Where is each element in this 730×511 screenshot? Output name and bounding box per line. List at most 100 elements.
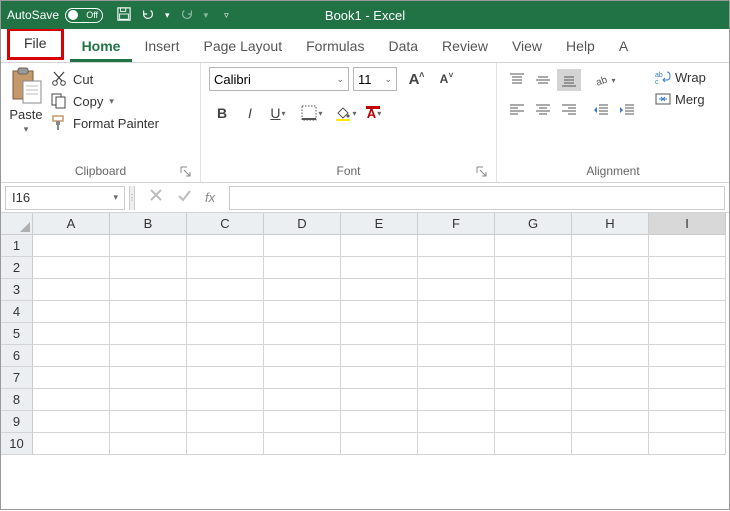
- redo-icon[interactable]: [180, 7, 194, 24]
- cell[interactable]: [572, 411, 649, 433]
- cell[interactable]: [264, 323, 341, 345]
- row-header[interactable]: 6: [1, 345, 33, 367]
- cell[interactable]: [418, 411, 495, 433]
- tab-file[interactable]: File: [7, 28, 64, 60]
- cell[interactable]: [495, 389, 572, 411]
- borders-button[interactable]: ▾: [299, 101, 325, 125]
- cell[interactable]: [572, 235, 649, 257]
- cell[interactable]: [187, 433, 264, 455]
- cell[interactable]: [649, 235, 726, 257]
- cell[interactable]: [649, 279, 726, 301]
- cell[interactable]: [418, 433, 495, 455]
- wrap-text-button[interactable]: abc Wrap: [655, 69, 706, 85]
- cell[interactable]: [110, 257, 187, 279]
- cut-button[interactable]: Cut: [51, 71, 159, 87]
- cell[interactable]: [341, 323, 418, 345]
- cell[interactable]: [572, 301, 649, 323]
- align-left-button[interactable]: [505, 99, 529, 121]
- cell[interactable]: [33, 389, 110, 411]
- cell[interactable]: [187, 323, 264, 345]
- font-size-select[interactable]: 11⌄: [353, 67, 397, 91]
- cell[interactable]: [264, 433, 341, 455]
- tab-home[interactable]: Home: [70, 32, 133, 62]
- enter-formula-icon[interactable]: [177, 188, 191, 207]
- row-header[interactable]: 7: [1, 367, 33, 389]
- column-header[interactable]: A: [33, 213, 110, 235]
- cell[interactable]: [110, 323, 187, 345]
- cell[interactable]: [110, 301, 187, 323]
- cell[interactable]: [418, 235, 495, 257]
- row-header[interactable]: 5: [1, 323, 33, 345]
- cell[interactable]: [33, 433, 110, 455]
- cancel-formula-icon[interactable]: [149, 188, 163, 207]
- cell[interactable]: [341, 279, 418, 301]
- cell[interactable]: [341, 257, 418, 279]
- save-icon[interactable]: [117, 7, 131, 24]
- cell[interactable]: [418, 367, 495, 389]
- underline-button[interactable]: U▾: [265, 101, 291, 125]
- cell[interactable]: [495, 257, 572, 279]
- cell[interactable]: [33, 279, 110, 301]
- cell[interactable]: [418, 323, 495, 345]
- copy-dropdown-icon[interactable]: ▾: [109, 96, 114, 107]
- name-box[interactable]: I16 ▾: [5, 186, 125, 210]
- column-header[interactable]: F: [418, 213, 495, 235]
- cell[interactable]: [495, 345, 572, 367]
- cell[interactable]: [418, 257, 495, 279]
- cell[interactable]: [495, 235, 572, 257]
- redo-dropdown-icon[interactable]: ▾: [204, 10, 209, 21]
- cell[interactable]: [649, 433, 726, 455]
- dialog-launcher-icon[interactable]: [476, 166, 488, 178]
- font-color-button[interactable]: A ▾: [361, 101, 387, 125]
- cell[interactable]: [264, 411, 341, 433]
- cell[interactable]: [572, 323, 649, 345]
- undo-dropdown-icon[interactable]: ▾: [165, 10, 170, 21]
- row-header[interactable]: 3: [1, 279, 33, 301]
- cell[interactable]: [495, 301, 572, 323]
- italic-button[interactable]: I: [237, 101, 263, 125]
- column-header[interactable]: C: [187, 213, 264, 235]
- tab-formulas[interactable]: Formulas: [294, 32, 376, 62]
- insert-function-button[interactable]: fx: [205, 190, 215, 205]
- cell[interactable]: [495, 279, 572, 301]
- cell[interactable]: [187, 235, 264, 257]
- cell[interactable]: [572, 433, 649, 455]
- cell[interactable]: [418, 389, 495, 411]
- name-box-dropdown-icon[interactable]: ▾: [113, 192, 118, 203]
- cell[interactable]: [341, 411, 418, 433]
- cell[interactable]: [649, 257, 726, 279]
- cell[interactable]: [33, 235, 110, 257]
- paste-dropdown-icon[interactable]: ▾: [24, 124, 29, 135]
- tab-insert[interactable]: Insert: [132, 32, 191, 62]
- cell[interactable]: [572, 279, 649, 301]
- decrease-font-button[interactable]: A˅: [431, 67, 457, 91]
- row-header[interactable]: 9: [1, 411, 33, 433]
- cell[interactable]: [649, 411, 726, 433]
- cell[interactable]: [110, 345, 187, 367]
- cell[interactable]: [33, 345, 110, 367]
- tab-help[interactable]: Help: [554, 32, 607, 62]
- cell[interactable]: [187, 389, 264, 411]
- cell[interactable]: [187, 345, 264, 367]
- cell[interactable]: [187, 367, 264, 389]
- cell[interactable]: [418, 279, 495, 301]
- cell[interactable]: [33, 411, 110, 433]
- copy-button[interactable]: Copy ▾: [51, 93, 159, 109]
- column-header[interactable]: H: [572, 213, 649, 235]
- cell[interactable]: [341, 367, 418, 389]
- undo-icon[interactable]: [141, 7, 155, 24]
- column-header[interactable]: G: [495, 213, 572, 235]
- column-header[interactable]: E: [341, 213, 418, 235]
- cell[interactable]: [264, 257, 341, 279]
- cell[interactable]: [33, 367, 110, 389]
- column-header[interactable]: D: [264, 213, 341, 235]
- cell[interactable]: [110, 411, 187, 433]
- cell[interactable]: [264, 367, 341, 389]
- row-header[interactable]: 1: [1, 235, 33, 257]
- cell[interactable]: [418, 345, 495, 367]
- format-painter-button[interactable]: Format Painter: [51, 115, 159, 131]
- cell[interactable]: [187, 301, 264, 323]
- font-name-select[interactable]: Calibri⌄: [209, 67, 349, 91]
- qat-customize-icon[interactable]: ▿: [224, 10, 229, 21]
- cell[interactable]: [187, 257, 264, 279]
